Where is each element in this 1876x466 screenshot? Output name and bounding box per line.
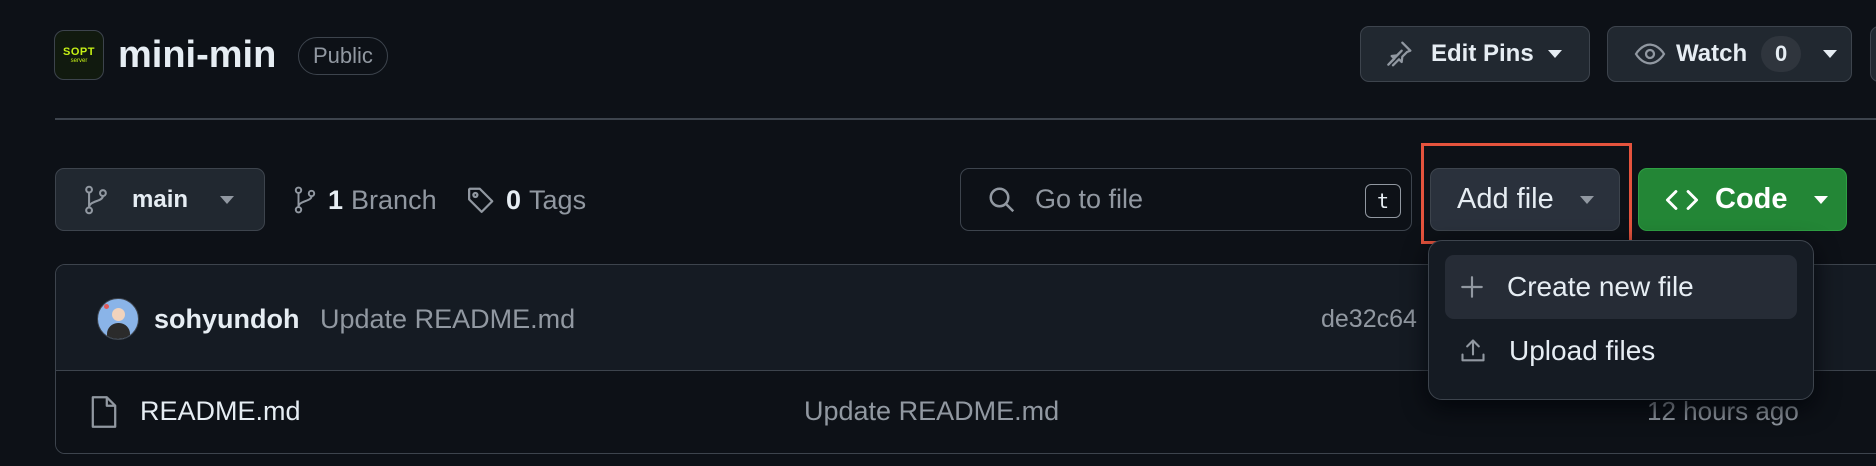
star-button[interactable]	[1870, 26, 1876, 82]
header-divider	[55, 118, 1876, 120]
file-name[interactable]: README.md	[140, 394, 301, 428]
add-file-dropdown: Create new file Upload files	[1428, 240, 1814, 400]
edit-pins-label: Edit Pins	[1431, 40, 1534, 67]
create-new-file-label: Create new file	[1507, 271, 1694, 302]
keyboard-shortcut-badge: t	[1365, 184, 1401, 218]
repo-logo-subtext: server	[70, 57, 88, 64]
tag-label: Tags	[529, 184, 587, 215]
commit-message[interactable]: Update README.md	[320, 302, 575, 336]
upload-files-item[interactable]: Upload files	[1445, 319, 1797, 383]
chevron-down-icon	[1813, 195, 1828, 204]
branch-count: 1	[328, 184, 344, 215]
branches-link[interactable]: 1 Branch	[292, 178, 437, 222]
repo-logo[interactable]: SOPT server	[54, 30, 104, 80]
branch-label: Branch	[351, 184, 437, 215]
commit-hash[interactable]: de32c64	[1321, 302, 1417, 336]
watch-label: Watch	[1676, 40, 1748, 67]
add-file-button[interactable]: Add file	[1430, 168, 1620, 231]
branch-name: main	[132, 185, 189, 213]
file-icon	[90, 395, 118, 429]
watch-count: 0	[1761, 36, 1802, 72]
chevron-down-icon	[1579, 195, 1594, 204]
search-icon	[987, 185, 1017, 215]
repo-logo-text: SOPT	[63, 45, 95, 58]
code-button[interactable]: Code	[1638, 168, 1847, 231]
go-to-file-placeholder: Go to file	[1035, 184, 1144, 214]
plus-icon	[1459, 274, 1485, 300]
create-new-file-item[interactable]: Create new file	[1445, 255, 1797, 319]
code-label: Code	[1715, 183, 1788, 215]
branch-select-button[interactable]: main	[55, 168, 265, 231]
branch-icon	[82, 185, 110, 215]
go-to-file-input[interactable]: Go to file t	[960, 168, 1412, 231]
edit-pins-button[interactable]: Edit Pins	[1360, 26, 1590, 82]
repo-name[interactable]: mini-min	[118, 32, 276, 78]
upload-icon	[1459, 337, 1487, 365]
tag-icon	[466, 185, 496, 215]
avatar[interactable]	[97, 298, 139, 340]
upload-files-label: Upload files	[1509, 335, 1656, 366]
visibility-badge: Public	[298, 37, 388, 75]
chevron-down-icon	[1823, 50, 1838, 58]
add-file-label: Add file	[1457, 183, 1554, 215]
chevron-down-icon	[1547, 50, 1562, 58]
tags-link[interactable]: 0 Tags	[466, 178, 586, 222]
eye-icon	[1634, 38, 1666, 70]
tag-count: 0	[506, 184, 522, 215]
commit-author[interactable]: sohyundoh	[154, 302, 299, 336]
chevron-down-icon	[220, 195, 235, 204]
branch-count-icon	[292, 185, 318, 215]
file-commit-message[interactable]: Update README.md	[804, 394, 1059, 428]
watch-button[interactable]: Watch 0	[1607, 26, 1852, 82]
code-icon	[1665, 187, 1699, 213]
pin-icon	[1383, 38, 1415, 70]
